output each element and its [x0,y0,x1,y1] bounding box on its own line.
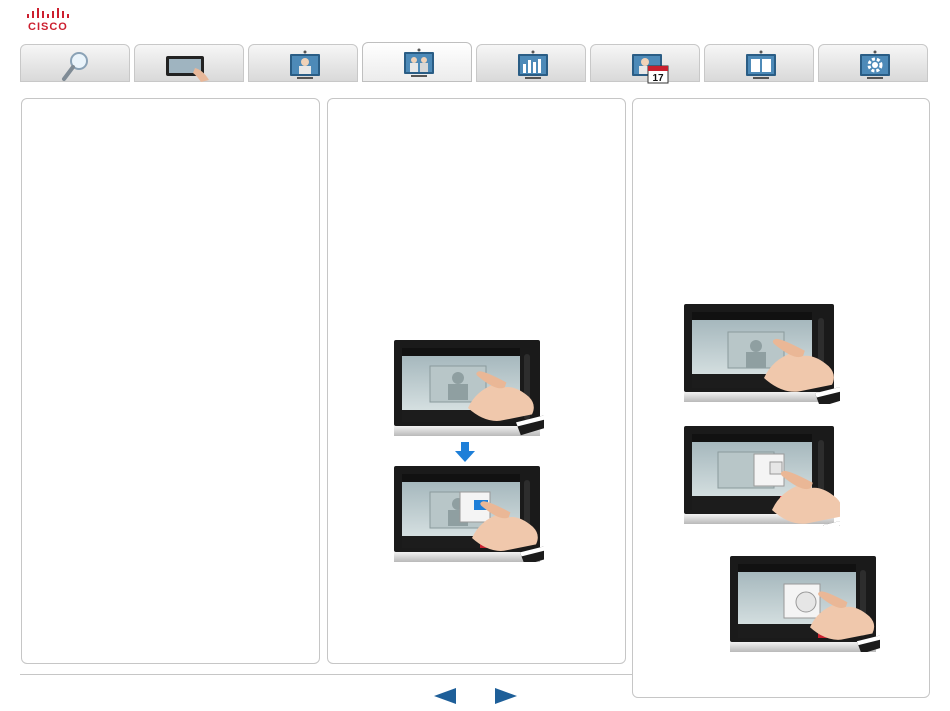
next-arrow-icon[interactable] [495,688,517,704]
cisco-logo-text: CISCO [28,21,68,33]
tab-introduction[interactable] [20,44,130,82]
book-screen-icon [746,50,776,79]
touch-panel-screenshot-step-2 [394,466,544,562]
calendar-screen-icon: 17 [632,54,669,84]
calendar-day-number: 17 [652,73,664,84]
tab-scheduled-meetings[interactable]: 17 [590,44,700,84]
tab-touch-panel[interactable] [134,44,244,82]
content-panel-left [21,98,320,664]
gear-screen-icon [860,50,890,79]
tab-presentations[interactable] [476,44,586,82]
cisco-logo-bars-icon [27,8,69,18]
conference-screen-icon [404,48,434,77]
tab-contacts[interactable] [704,44,814,82]
previous-arrow-icon[interactable] [434,688,456,704]
down-arrow-icon [455,442,475,462]
cisco-logo: CISCO [26,8,72,34]
tab-settings[interactable] [818,44,928,82]
tab-video-calls[interactable] [248,44,358,82]
touch-panel-screenshot-right-1 [684,304,840,404]
touch-panel-screenshot-right-3 [730,556,880,652]
chart-screen-icon [518,50,548,79]
touch-panel-icon [166,56,209,82]
magnifier-icon [62,52,88,81]
touch-panel-screenshot-right-2 [684,426,840,526]
chapter-tab-bar: 17 [20,42,932,84]
tab-conferences[interactable] [362,42,472,82]
person-screen-icon [290,50,320,79]
footer-divider [20,674,632,675]
touch-panel-screenshot-step-1 [394,340,544,436]
